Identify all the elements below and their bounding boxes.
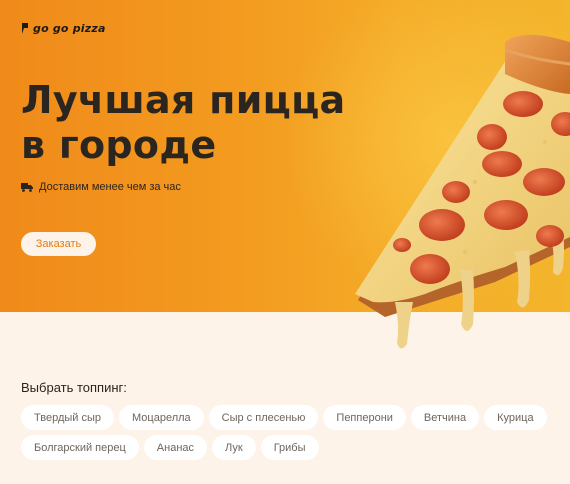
hero-title-line-2: в городе <box>21 123 217 167</box>
topping-chip-onion[interactable]: Лук <box>212 435 256 460</box>
hero-title-line-1: Лучшая пицца <box>21 78 346 122</box>
topping-chip-pepperoni[interactable]: Пепперони <box>323 405 406 430</box>
delivery-note: Доставим менее чем за час <box>21 181 181 193</box>
brand-logo[interactable]: go go pizza <box>21 21 106 35</box>
topping-chip-mozzarella[interactable]: Моцарелла <box>119 405 204 430</box>
topping-chip-chicken[interactable]: Курица <box>484 405 547 430</box>
delivery-text: Доставим менее чем за час <box>39 181 181 193</box>
order-button[interactable]: Заказать <box>21 232 96 256</box>
hero-title: Лучшая пицца в городе <box>21 78 346 168</box>
topping-chip-bell-pepper[interactable]: Болгарский перец <box>21 435 139 460</box>
topping-row-2: Болгарский перец Ананас Лук Грибы <box>21 435 570 460</box>
brand-name: go go pizza <box>33 21 106 35</box>
truck-icon <box>21 183 33 192</box>
topping-chip-ham[interactable]: Ветчина <box>410 405 480 430</box>
topping-chip-hard-cheese[interactable]: Твердый сыр <box>21 405 114 430</box>
topping-chips: Твердый сыр Моцарелла Сыр с плесенью Пеп… <box>21 405 570 465</box>
topping-chip-blue-cheese[interactable]: Сыр с плесенью <box>208 405 319 430</box>
topping-chip-mushrooms[interactable]: Грибы <box>260 435 319 460</box>
pizza-slice-image <box>355 34 570 349</box>
topping-row-1: Твердый сыр Моцарелла Сыр с плесенью Пеп… <box>21 405 570 430</box>
flag-icon <box>22 22 28 34</box>
toppings-title: Выбрать топпинг: <box>21 380 127 395</box>
topping-chip-pineapple[interactable]: Ананас <box>143 435 208 460</box>
